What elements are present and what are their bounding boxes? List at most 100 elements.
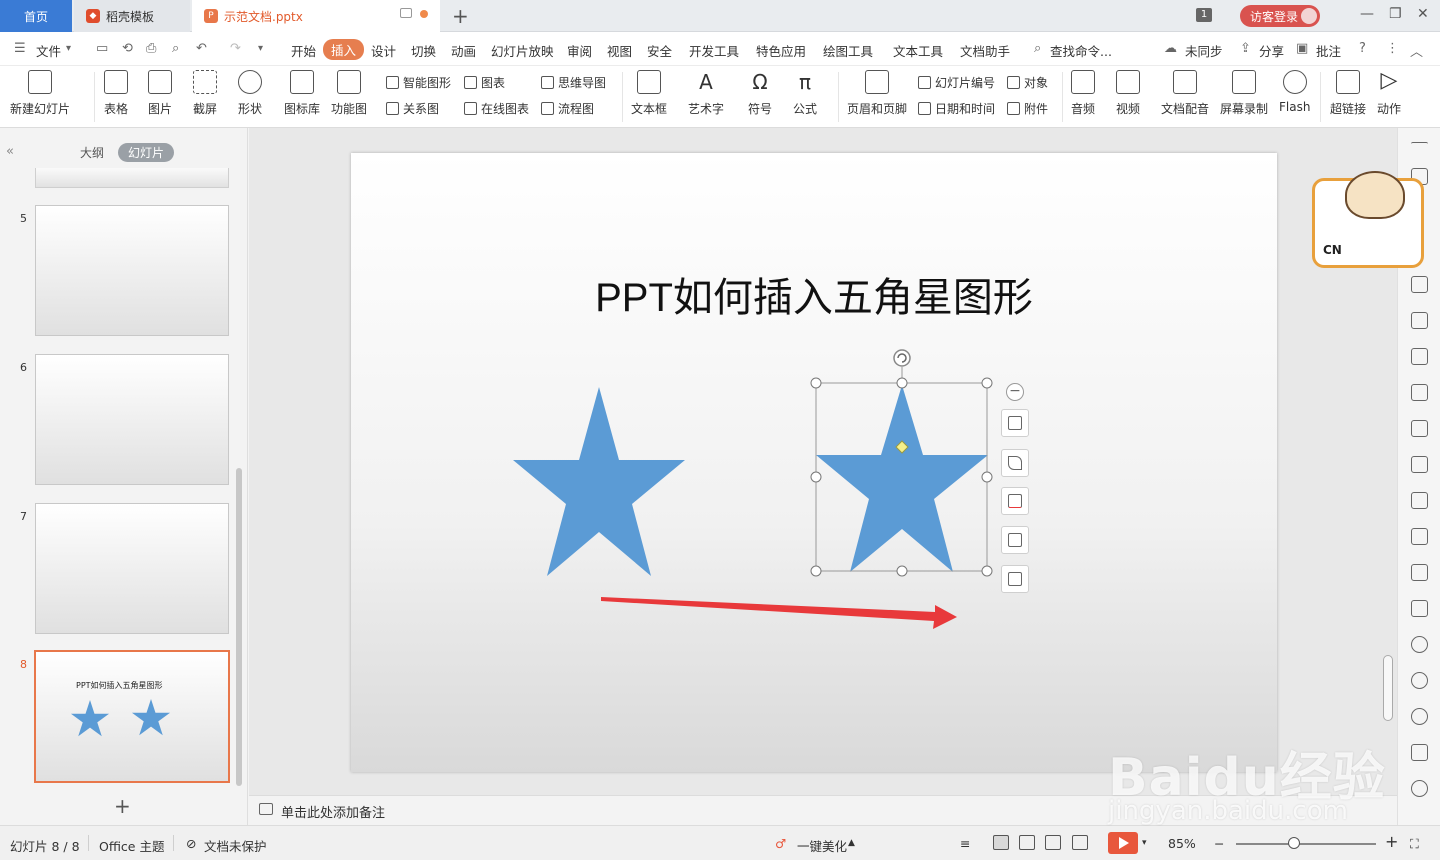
fit-window-icon[interactable]: ⛶ xyxy=(1410,836,1419,852)
ime-mascot[interactable]: CN xyxy=(1312,171,1424,268)
image-replace-icon[interactable] xyxy=(1411,456,1428,473)
menu-doc-assistant[interactable]: 文档助手 xyxy=(960,41,1010,60)
menu-dev-tools[interactable]: 开发工具 xyxy=(689,41,739,60)
star-shape[interactable] xyxy=(513,387,685,576)
normal-view-icon[interactable] xyxy=(993,835,1009,850)
date-time-button[interactable]: 日期和时间 xyxy=(918,100,995,117)
new-tab-button[interactable]: + xyxy=(452,4,469,28)
menu-design[interactable]: 设计 xyxy=(371,41,396,60)
menu-start[interactable]: 开始 xyxy=(291,41,316,60)
menu-transition[interactable]: 切换 xyxy=(411,41,436,60)
zoom-in-icon[interactable]: + xyxy=(1385,832,1398,851)
slide-thumbnail-8[interactable]: PPT如何插入五角星图形 xyxy=(34,650,230,783)
zoom-out-icon[interactable]: − xyxy=(1214,836,1224,851)
table-button[interactable]: 表格 xyxy=(104,70,128,117)
slide-canvas[interactable]: PPT如何插入五角星图形 − xyxy=(351,153,1277,772)
print-icon[interactable]: ⎙ xyxy=(146,41,156,56)
chevron-down-icon[interactable]: ▾ xyxy=(66,43,71,54)
menu-features[interactable]: 特色应用 xyxy=(756,41,806,60)
editor-scroll-thumb[interactable] xyxy=(1383,655,1393,721)
menu-slideshow[interactable]: 幻灯片放映 xyxy=(491,41,554,60)
mind-map-button[interactable]: 思维导图 xyxy=(541,74,606,91)
star-shape-selected[interactable] xyxy=(816,385,988,572)
cloud-icon[interactable]: ☁ xyxy=(1164,41,1177,56)
redo-icon[interactable]: ↷ xyxy=(230,41,241,56)
new-slide-button[interactable]: 新建幻灯片 xyxy=(10,70,70,117)
hamburger-icon[interactable]: ☰ xyxy=(14,41,26,56)
location-icon[interactable] xyxy=(1411,780,1428,797)
help-circle-icon[interactable] xyxy=(1411,708,1428,725)
panel-scrollbar[interactable] xyxy=(236,468,242,786)
formula-button[interactable]: π 公式 xyxy=(793,70,817,117)
shield-icon[interactable] xyxy=(1411,636,1428,653)
paste-format-icon[interactable]: ⟲ xyxy=(122,41,133,56)
screenshot-button[interactable]: 截屏 xyxy=(193,70,217,117)
history-icon[interactable] xyxy=(1411,672,1428,689)
add-slide-button[interactable]: + xyxy=(114,794,131,818)
bar-chart-icon[interactable] xyxy=(1411,384,1428,401)
slide-thumbnail-7[interactable] xyxy=(35,503,229,634)
flash-button[interactable]: Flash xyxy=(1279,70,1310,114)
theme-name[interactable]: Office 主题 xyxy=(99,836,164,855)
help-icon[interactable]: ? xyxy=(1359,41,1366,56)
flow-chart-button[interactable]: 流程图 xyxy=(541,100,594,117)
slide-thumbnail-5[interactable] xyxy=(35,205,229,336)
rotate-handle-icon[interactable] xyxy=(893,349,911,367)
search-icon[interactable]: ⌕ xyxy=(1034,41,1041,56)
video-button[interactable]: 视频 xyxy=(1116,70,1140,117)
search-command[interactable]: 查找命令... xyxy=(1050,41,1112,60)
tab-outline[interactable]: 大纲 xyxy=(80,144,104,161)
image-icon[interactable] xyxy=(1411,564,1428,581)
zoom-slider-handle[interactable] xyxy=(1288,837,1300,849)
play-slideshow-button[interactable] xyxy=(1108,832,1138,854)
relation-chart-button[interactable]: 关系图 xyxy=(386,100,439,117)
zoom-slider[interactable] xyxy=(1236,843,1376,845)
window-count-badge[interactable]: 1 xyxy=(1196,8,1212,22)
archive-icon[interactable] xyxy=(1411,528,1428,545)
menu-insert[interactable]: 插入 xyxy=(323,39,365,60)
comment-icon[interactable]: ▣ xyxy=(1296,41,1308,56)
pen-tool-button[interactable] xyxy=(1001,449,1029,477)
doc-protection-status[interactable]: 文档未保护 xyxy=(204,836,267,855)
screen-icon[interactable] xyxy=(400,8,412,18)
text-tool-button[interactable] xyxy=(1001,565,1029,593)
icon-library-button[interactable]: 图标库 xyxy=(284,70,320,117)
sound-icon[interactable] xyxy=(1411,600,1428,617)
grid-icon[interactable] xyxy=(1411,348,1428,365)
shape-button[interactable]: 形状 xyxy=(238,70,262,117)
object-button[interactable]: 对象 xyxy=(1007,74,1048,91)
one-click-beautify[interactable]: 一键美化 xyxy=(797,836,847,855)
sync-status[interactable]: 未同步 xyxy=(1185,41,1223,60)
minimize-icon[interactable]: — xyxy=(1360,6,1374,22)
close-icon[interactable]: ✕ xyxy=(1417,6,1429,22)
doc-voice-button[interactable]: 文档配音 xyxy=(1161,70,1209,117)
wordart-button[interactable]: A 艺术字 xyxy=(688,70,724,117)
more-icon[interactable]: ▾ xyxy=(258,43,263,54)
visitor-login-button[interactable]: 访客登录 xyxy=(1240,5,1320,27)
notes-placeholder[interactable]: 单击此处添加备注 xyxy=(281,802,385,821)
tab-template[interactable]: ◆ 稻壳模板 xyxy=(74,0,190,32)
sliders-icon[interactable] xyxy=(1411,420,1428,437)
undo-icon[interactable]: ↶ xyxy=(196,41,207,56)
shape-format-icon[interactable] xyxy=(1411,276,1428,293)
print-preview-icon[interactable]: ⌕ xyxy=(172,41,179,56)
picture-button[interactable]: 图片 xyxy=(148,70,172,117)
menu-lines-icon[interactable] xyxy=(1411,142,1428,146)
fill-tool-button[interactable] xyxy=(1001,487,1029,515)
slide-thumbnail-partial[interactable] xyxy=(35,168,229,188)
menu-text-tools[interactable]: 文本工具 xyxy=(893,41,943,60)
tab-home[interactable]: 首页 xyxy=(0,0,72,32)
tab-document[interactable]: P 示范文档.pptx xyxy=(192,0,440,32)
save-icon[interactable]: ▭ xyxy=(96,41,108,56)
slide-number-button[interactable]: 幻灯片编号 xyxy=(918,74,995,91)
restore-icon[interactable]: ❐ xyxy=(1389,6,1402,22)
comment-button[interactable]: 批注 xyxy=(1316,41,1341,60)
menu-review[interactable]: 审阅 xyxy=(567,41,592,60)
zoom-level[interactable]: 85% xyxy=(1168,836,1196,851)
collapse-panel-icon[interactable]: « xyxy=(6,144,14,159)
presenter-view-icon[interactable] xyxy=(1072,835,1088,850)
unsaved-dot-icon[interactable] xyxy=(420,10,428,18)
play-options-chevron-icon[interactable]: ▾ xyxy=(1142,838,1147,848)
layers-tool-button[interactable] xyxy=(1001,409,1029,437)
attachment-button[interactable]: 附件 xyxy=(1007,100,1048,117)
